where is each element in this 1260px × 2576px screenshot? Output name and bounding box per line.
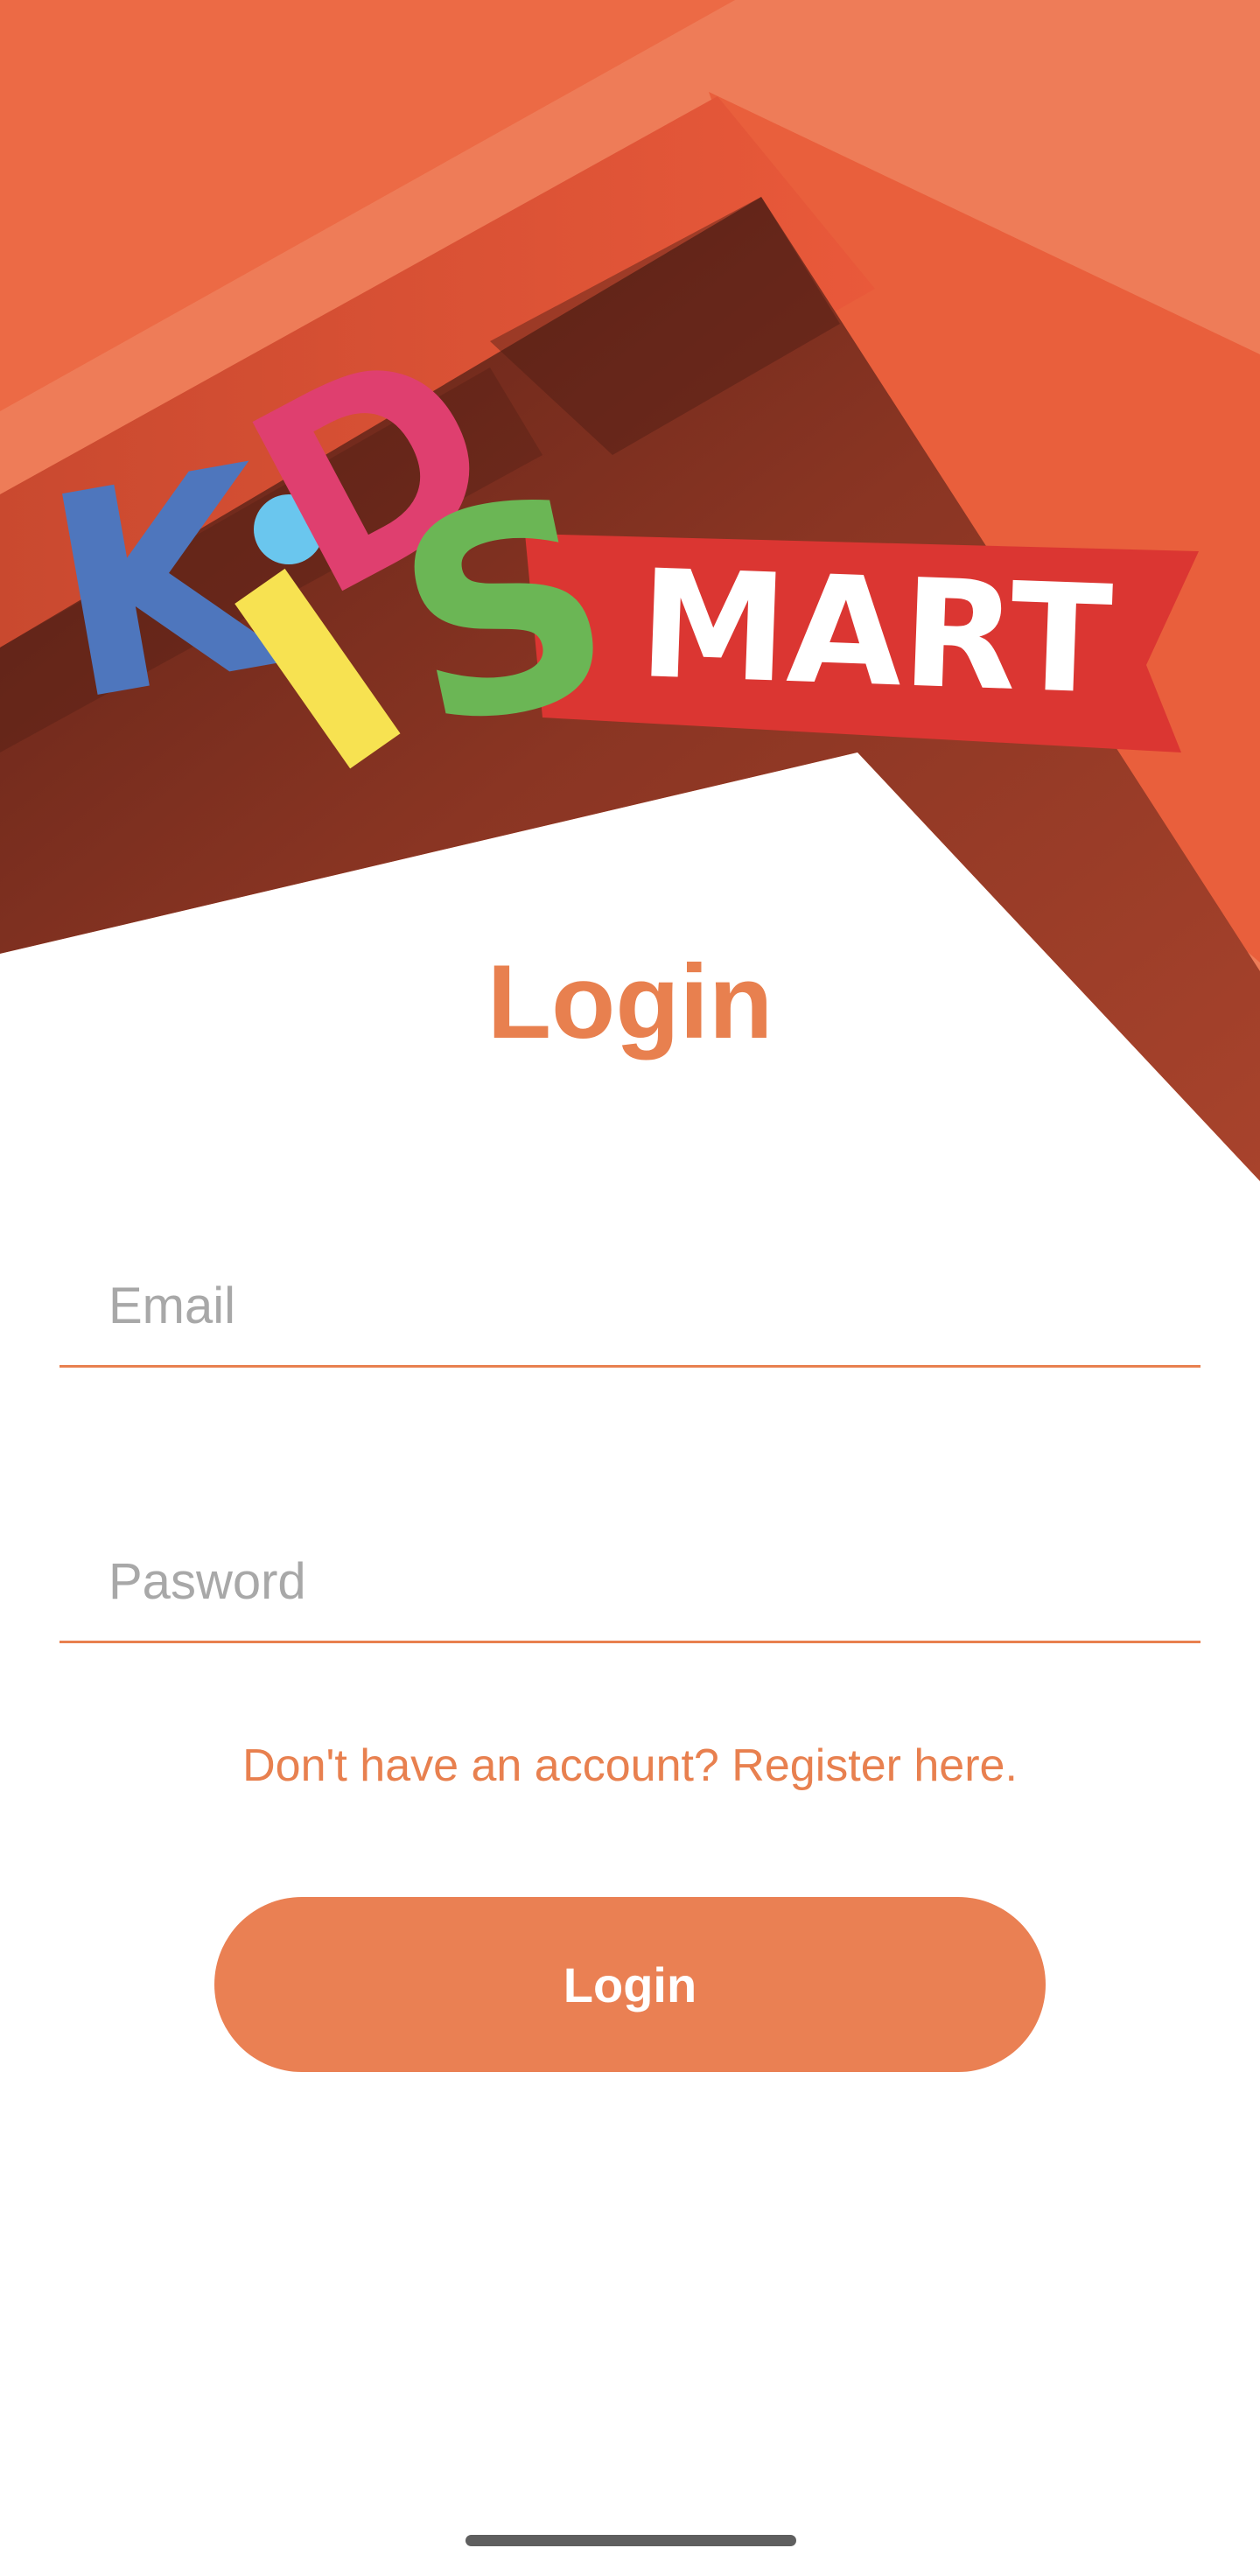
password-field-container xyxy=(60,1509,1200,1643)
login-screen: MART K D S Login Don't have an account? … xyxy=(0,0,1260,2576)
page-title: Login xyxy=(486,943,774,1060)
home-indicator[interactable] xyxy=(466,2535,796,2546)
login-button[interactable]: Login xyxy=(214,1897,1046,2072)
email-field-container xyxy=(60,1234,1200,1368)
logo-letter-s: S xyxy=(373,433,638,788)
kidsmart-logo: MART K D S xyxy=(52,315,1199,788)
password-input[interactable] xyxy=(108,1552,1158,1611)
logo-banner-text: MART xyxy=(636,538,1115,728)
email-input[interactable] xyxy=(108,1277,1158,1335)
register-link[interactable]: Don't have an account? Register here. xyxy=(0,1735,1260,1796)
